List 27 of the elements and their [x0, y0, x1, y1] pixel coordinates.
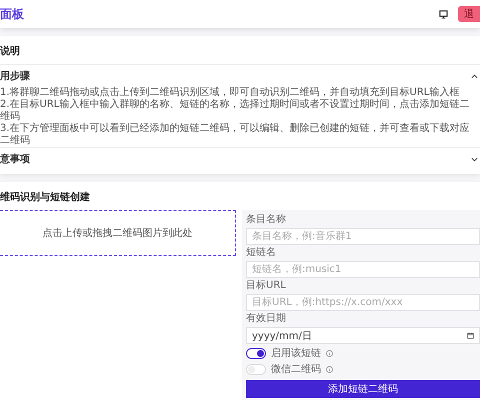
card-title: 维码识别与短链创建 [0, 190, 91, 205]
calendar-icon[interactable] [467, 332, 474, 339]
caret-up-icon[interactable] [471, 74, 478, 78]
step-text: 2.在目标URL输入框中输入群聊的名称、短链的名称，选择过期时间或者不设置过期时间，点击添加短链二维码 [0, 99, 470, 122]
step-text: 1.将群聊二维码拖动或点击上传到二维码识别区域，即可自动识别二维码，并自动填充到目标URL输入框 [0, 87, 460, 98]
accordion-header[interactable]: 意事项 [0, 147, 480, 170]
toggle-label: 启用该短链 [271, 346, 321, 360]
date-field[interactable]: yyyy/mm/日 [246, 327, 480, 344]
caret-down-icon[interactable] [471, 156, 478, 162]
monitor-icon[interactable] [439, 10, 448, 18]
upload-zone[interactable]: 点击上传或拖拽二维码图片到此处 [0, 210, 236, 256]
toggle-label: 微信二维码 [271, 362, 321, 376]
field-label: 目标URL [246, 280, 287, 292]
text-field[interactable]: 短链名，例:music1 [246, 261, 480, 278]
field-label: 短链名 [246, 247, 277, 259]
field-label: 有效日期 [246, 313, 287, 325]
info-icon [326, 366, 333, 372]
toggle-switch[interactable] [246, 348, 266, 358]
app-title: 面板 [0, 6, 24, 22]
accordion-header[interactable]: 用步骤 [0, 64, 480, 87]
info-icon [326, 350, 333, 356]
step-text: 3.在下方管理面板中可以看到已经添加的短链二维码，可以编辑、删除已创建的短链，并可查看或下载对应二维码 [0, 123, 471, 147]
text-field[interactable]: 条目名称，例:音乐群1 [246, 228, 480, 245]
card-title: 说明 [0, 44, 21, 59]
field-label: 条目名称 [246, 214, 287, 226]
text-field[interactable]: 目标URL，例:https://x.com/xxx [246, 294, 480, 311]
add-button[interactable]: 添加短链二维码 [246, 380, 480, 398]
